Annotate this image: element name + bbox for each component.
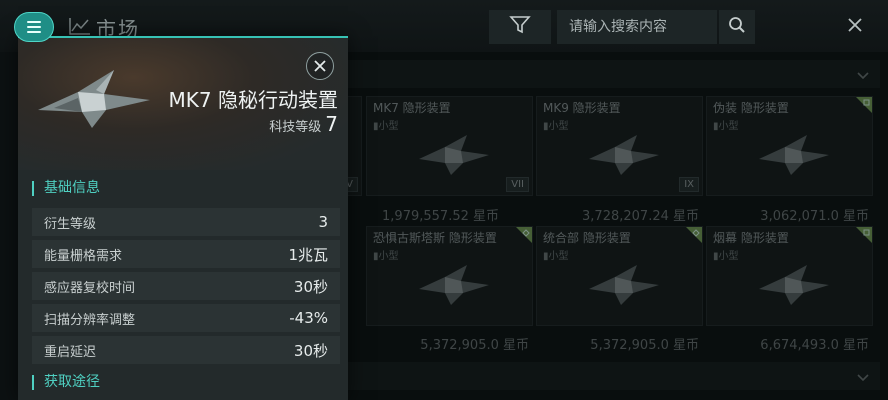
section-acquire: 获取途径 [32,375,100,390]
close-detail-button[interactable] [306,52,334,80]
cloak-module-icon [38,70,150,128]
stat-value: 30秒 [293,277,328,296]
modal-dim-overlay[interactable] [346,52,888,400]
section-basic-info: 基础信息 [32,181,100,196]
stat-value: 30秒 [293,341,328,360]
search-field[interactable] [557,10,717,44]
filter-button[interactable] [489,10,551,44]
stat-row: 重启延迟 30秒 [32,336,340,364]
stat-row: 能量栅格需求 1兆瓦 [32,240,340,268]
tech-level-value: 7 [325,112,338,136]
stat-label: 扫描分辨率调整 [44,312,136,328]
stat-value: -43% [289,309,328,327]
stat-value: 1兆瓦 [288,245,328,264]
filter-icon [509,15,531,39]
tech-level: 科技等级 7 [162,112,338,136]
stat-label: 重启延迟 [44,344,97,360]
item-detail-panel: MK7 隐秘行动装置 科技等级 7 基础信息 衍生等级 3 能量栅格需求 1兆瓦 … [18,36,348,400]
search-input[interactable] [557,10,717,44]
stat-row: 感应器复校时间 30秒 [32,272,340,300]
trend-line-icon [68,16,92,36]
stat-row: 衍生等级 3 [32,208,340,236]
stat-value: 3 [318,213,328,231]
stat-label: 感应器复校时间 [44,280,136,296]
item-detail-header: MK7 隐秘行动装置 科技等级 7 [18,38,348,170]
search-button[interactable] [719,10,755,44]
tech-level-label: 科技等级 [269,120,322,135]
close-icon [847,17,863,37]
stat-label: 能量栅格需求 [44,248,123,264]
search-icon [728,16,746,38]
close-icon [314,57,326,76]
menu-button[interactable] [14,12,54,42]
menu-icon [27,21,41,23]
item-title: MK7 隐秘行动装置 [168,88,338,112]
close-market-button[interactable] [840,12,870,42]
stat-label: 衍生等级 [44,216,97,232]
stat-row: 扫描分辨率调整 -43% [32,304,340,332]
